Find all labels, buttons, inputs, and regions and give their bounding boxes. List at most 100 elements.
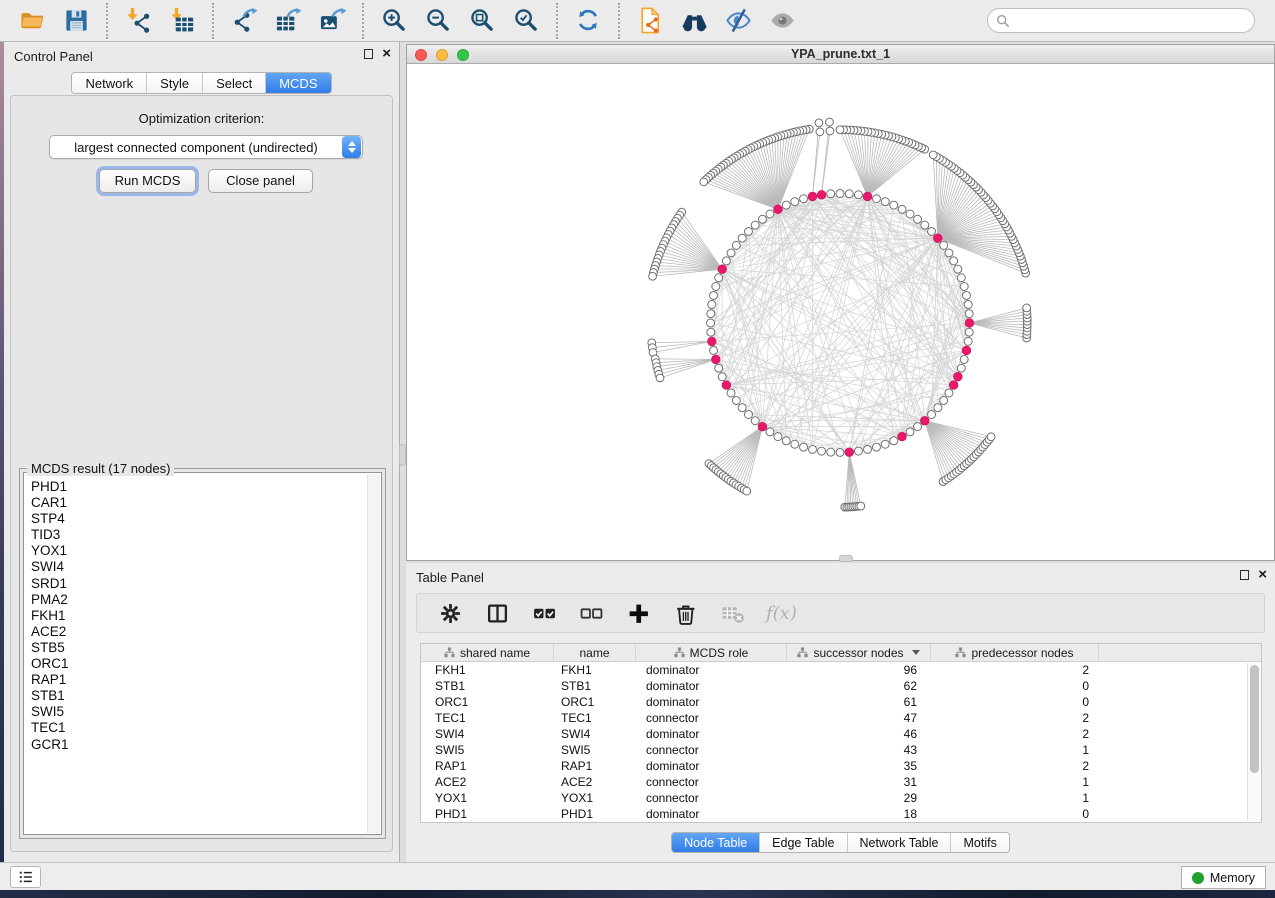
- table-row[interactable]: SWI5SWI5connector431: [421, 742, 1261, 758]
- search-box[interactable]: [987, 8, 1255, 33]
- table-row[interactable]: FKH1FKH1dominator962: [421, 662, 1261, 678]
- show-columns-icon[interactable]: [484, 600, 510, 626]
- cell: dominator: [636, 727, 787, 741]
- close-panel-icon[interactable]: ×: [382, 49, 391, 59]
- network-canvas[interactable]: [407, 64, 1274, 560]
- cell: RAP1: [554, 759, 636, 773]
- network-from-selection-icon[interactable]: [635, 6, 665, 36]
- mcds-result-item[interactable]: STB5: [31, 640, 381, 656]
- mcds-result-item[interactable]: TID3: [31, 527, 381, 543]
- tab-select[interactable]: Select: [203, 73, 266, 93]
- table-tab-network-table[interactable]: Network Table: [848, 833, 952, 852]
- tab-mcds[interactable]: MCDS: [266, 73, 330, 93]
- mcds-result-item[interactable]: SRD1: [31, 576, 381, 592]
- mcds-result-item[interactable]: SWI5: [31, 704, 381, 720]
- mcds-result-item[interactable]: PMA2: [31, 592, 381, 608]
- mcds-result-item[interactable]: STP4: [31, 511, 381, 527]
- zoom-in-icon[interactable]: [379, 6, 409, 36]
- hide-selected-icon[interactable]: [723, 6, 753, 36]
- table-row[interactable]: ACE2ACE2connector311: [421, 774, 1261, 790]
- table-row[interactable]: STB1STB1dominator620: [421, 678, 1261, 694]
- table-row[interactable]: PHD1PHD1dominator180: [421, 806, 1261, 822]
- folder-open-icon[interactable]: [17, 6, 47, 36]
- export-table-icon[interactable]: [273, 6, 303, 36]
- table-scrollbar[interactable]: [1247, 663, 1260, 821]
- refresh-icon[interactable]: [573, 6, 603, 36]
- search-input[interactable]: [1010, 11, 1254, 31]
- mcds-result-item[interactable]: PHD1: [31, 479, 381, 495]
- cell: 2: [931, 711, 1099, 725]
- criterion-selected-value: largest connected component (undirected): [50, 140, 342, 155]
- table-scrollbar-thumb[interactable]: [1250, 665, 1259, 773]
- sort-indicator-icon: [912, 650, 920, 655]
- cell: 0: [931, 695, 1099, 709]
- cell: 35: [787, 759, 931, 773]
- find-icon[interactable]: [679, 6, 709, 36]
- add-icon[interactable]: [625, 600, 651, 626]
- mcds-result-item[interactable]: TEC1: [31, 720, 381, 736]
- vertical-splitter-handle[interactable]: [399, 444, 406, 466]
- close-window-button[interactable]: [415, 49, 427, 61]
- zoom-out-icon[interactable]: [423, 6, 453, 36]
- network-graph[interactable]: [407, 64, 1274, 560]
- mcds-result-item[interactable]: RAP1: [31, 672, 381, 688]
- mcds-result-item[interactable]: CAR1: [31, 495, 381, 511]
- save-icon[interactable]: [61, 6, 91, 36]
- result-list-scrollbar[interactable]: [367, 474, 380, 833]
- memory-button[interactable]: Memory: [1181, 866, 1266, 889]
- table-tab-edge-table[interactable]: Edge Table: [760, 833, 847, 852]
- column-header-successor-nodes[interactable]: successor nodes: [787, 644, 931, 661]
- close-panel-button[interactable]: Close panel: [208, 169, 313, 193]
- float-panel-icon[interactable]: [364, 49, 373, 59]
- network-window-titlebar[interactable]: YPA_prune.txt_1: [407, 45, 1274, 64]
- deselect-all-icon[interactable]: [578, 600, 604, 626]
- zoom-fit-icon[interactable]: [467, 6, 497, 36]
- table-row[interactable]: YOX1YOX1connector291: [421, 790, 1261, 806]
- tab-network[interactable]: Network: [72, 73, 147, 93]
- delete-icon[interactable]: [672, 600, 698, 626]
- tab-style[interactable]: Style: [147, 73, 203, 93]
- mcds-result-item[interactable]: STB1: [31, 688, 381, 704]
- import-table-icon[interactable]: [167, 6, 197, 36]
- cell: dominator: [636, 663, 787, 677]
- cell: connector: [636, 775, 787, 789]
- horizontal-splitter-handle[interactable]: [839, 555, 853, 562]
- table-tab-node-table[interactable]: Node Table: [672, 833, 760, 852]
- cell: 0: [931, 679, 1099, 693]
- column-header-predecessor-nodes[interactable]: predecessor nodes: [931, 644, 1099, 661]
- mcds-result-item[interactable]: YOX1: [31, 543, 381, 559]
- minimize-window-button[interactable]: [436, 49, 448, 61]
- cell: 43: [787, 743, 931, 757]
- cell: dominator: [636, 695, 787, 709]
- column-header-shared-name[interactable]: shared name: [421, 644, 554, 661]
- table-row[interactable]: SWI4SWI4dominator462: [421, 726, 1261, 742]
- table-tab-motifs[interactable]: Motifs: [951, 833, 1008, 852]
- mcds-result-item[interactable]: GCR1: [31, 737, 381, 753]
- close-table-panel-icon[interactable]: ×: [1258, 570, 1267, 580]
- select-all-icon[interactable]: [531, 600, 557, 626]
- mcds-result-item[interactable]: FKH1: [31, 608, 381, 624]
- control-panel-title: Control Panel: [14, 49, 93, 64]
- optimization-criterion-select[interactable]: largest connected component (undirected): [49, 135, 363, 159]
- export-network-icon[interactable]: [229, 6, 259, 36]
- table-row[interactable]: RAP1RAP1dominator352: [421, 758, 1261, 774]
- zoom-selected-icon[interactable]: [511, 6, 541, 36]
- export-image-icon[interactable]: [317, 6, 347, 36]
- mcds-result-item[interactable]: SWI4: [31, 559, 381, 575]
- float-table-panel-icon[interactable]: [1240, 570, 1249, 580]
- table-row[interactable]: TEC1TEC1connector472: [421, 710, 1261, 726]
- column-header-name[interactable]: name: [554, 644, 636, 661]
- column-header-MCDS-role[interactable]: MCDS role: [636, 644, 787, 661]
- mcds-result-item[interactable]: ORC1: [31, 656, 381, 672]
- show-panels-button[interactable]: [10, 866, 41, 888]
- cell: 2: [931, 759, 1099, 773]
- mcds-result-item[interactable]: ACE2: [31, 624, 381, 640]
- run-mcds-button[interactable]: Run MCDS: [99, 169, 196, 193]
- table-header-row: shared namenameMCDS rolesuccessor nodesp…: [421, 644, 1261, 662]
- settings-icon[interactable]: [437, 600, 463, 626]
- mcds-result-list[interactable]: PHD1CAR1STP4TID3YOX1SWI4SRD1PMA2FKH1ACE2…: [23, 472, 382, 835]
- import-network-icon[interactable]: [123, 6, 153, 36]
- zoom-window-button[interactable]: [457, 49, 469, 61]
- table-row[interactable]: ORC1ORC1dominator610: [421, 694, 1261, 710]
- cell: TEC1: [554, 711, 636, 725]
